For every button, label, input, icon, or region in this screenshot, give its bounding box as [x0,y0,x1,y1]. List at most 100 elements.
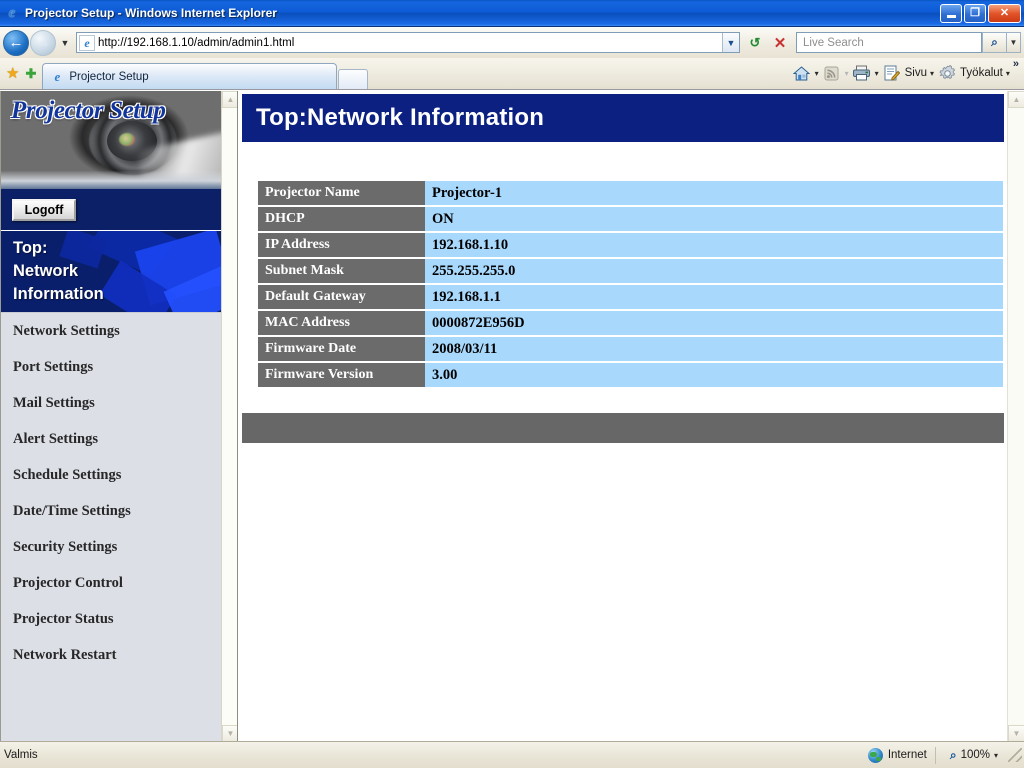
sidebar-item-projector-status[interactable]: Projector Status [1,601,223,637]
minimize-button[interactable] [940,3,962,23]
navigation-bar: ← → ▼ http://192.168.1.10/admin/admin1.h… [0,27,1024,58]
home-icon-svg [793,65,811,80]
refresh-icon: ↺ [749,34,761,50]
refresh-button[interactable]: ↺ [743,31,767,54]
window-title-bar: e Projector Setup - Windows Internet Exp… [0,0,1024,27]
sidebar-item-label: Security Settings [13,538,118,555]
rss-icon [822,63,842,83]
table-row: Firmware Date 2008/03/11 [258,337,1003,361]
page-scroll-down-button[interactable]: ▼ [1008,725,1024,742]
back-button[interactable]: ← [3,29,29,56]
page-header: Top:Network Information [242,94,1004,142]
sidebar-item-date-time-settings[interactable]: Date/Time Settings [1,493,223,529]
address-dropdown-icon[interactable]: ▼ [722,33,739,52]
sidebar-item-port-settings[interactable]: Port Settings [1,349,223,385]
row-value: 192.168.1.1 [425,285,1003,309]
rss-icon-svg [824,66,839,80]
home-icon [792,63,812,83]
active-item-label: Top: Network Information [13,237,223,306]
tools-caret-icon[interactable]: ▾ [1006,69,1010,78]
command-bar: ▾ ▾ ▾ Sivu ▾ Työkalut ▾ » [792,57,1024,89]
lens-glint [119,133,135,146]
page-icon-svg [884,65,901,81]
gear-icon-svg [939,64,955,79]
sidebar-scrollbar[interactable]: ▲ ▼ [221,91,237,742]
row-label: Projector Name [258,181,425,205]
address-bar[interactable]: http://192.168.1.10/admin/admin1.html ▼ [76,32,740,53]
printer-icon-svg [853,65,871,81]
sidebar-scroll-down-button[interactable]: ▼ [222,725,237,742]
sidebar-item-label: Projector Status [13,610,114,627]
print-button[interactable]: ▾ [852,63,879,83]
feeds-caret-icon: ▾ [844,68,849,78]
tab-projector-setup[interactable]: Projector Setup [42,63,338,89]
sidebar-item-label: Network Settings [13,322,120,339]
status-bar: Valmis Internet ⌕ 100% ▾ [0,741,1024,768]
sidebar-item-top-network-information[interactable]: Top: Network Information [1,231,223,313]
live-search-box[interactable]: Live Search [796,32,982,53]
row-label: Firmware Date [258,337,425,361]
row-value: 0000872E956D [425,311,1003,335]
search-input[interactable]: Live Search [797,37,864,49]
search-button[interactable]: ⌕ [982,32,1006,53]
home-caret-icon[interactable]: ▾ [815,69,819,78]
row-value: 3.00 [425,363,1003,387]
forward-button[interactable]: → [30,29,56,56]
overflow-chevron-icon[interactable]: » [1013,58,1019,70]
status-separator [934,746,936,764]
sidebar-item-network-settings[interactable]: Network Settings [1,313,223,349]
table-row: Projector Name Projector-1 [258,181,1003,205]
row-value: Projector-1 [425,181,1003,205]
sidebar-item-projector-control[interactable]: Projector Control [1,565,223,601]
feeds-button[interactable]: ▾ [822,63,849,83]
add-to-favorites-icon[interactable]: ✚ [25,67,36,80]
sidebar-brand-title: Projector Setup [11,97,166,124]
close-button[interactable]: ✕ [988,3,1021,23]
window-title: Projector Setup - Windows Internet Explo… [25,6,277,20]
sidebar-item-schedule-settings[interactable]: Schedule Settings [1,457,223,493]
stop-icon: ✕ [773,34,787,52]
row-label: MAC Address [258,311,425,335]
history-dropdown-icon[interactable]: ▼ [58,38,72,48]
table-row: MAC Address 0000872E956D [258,311,1003,335]
print-caret-icon[interactable]: ▾ [875,69,879,78]
sidebar-item-alert-settings[interactable]: Alert Settings [1,421,223,457]
maximize-button[interactable]: ❐ [964,3,986,23]
magnifier-icon: ⌕ [949,747,957,762]
zoom-caret-icon[interactable]: ▾ [994,751,998,760]
gear-icon [937,63,957,83]
active-item-line-3: Information [13,285,104,303]
row-value: ON [425,207,1003,231]
favorites-center-icon[interactable]: ★ [6,66,19,81]
status-text: Valmis [4,749,38,761]
security-zone[interactable]: Internet [867,747,927,763]
home-button[interactable]: ▾ [792,63,819,83]
sidebar-item-network-restart[interactable]: Network Restart [1,637,223,673]
page-caret-icon[interactable]: ▾ [930,69,934,78]
sidebar-item-security-settings[interactable]: Security Settings [1,529,223,565]
sidebar-item-mail-settings[interactable]: Mail Settings [1,385,223,421]
search-provider-dropdown[interactable]: ▼ [1006,32,1021,53]
page-title: Top:Network Information [256,104,545,131]
address-input[interactable]: http://192.168.1.10/admin/admin1.html [98,37,722,49]
sidebar-frame: Projector Setup Logoff Top: Network Info… [0,91,238,742]
page-scroll-up-button[interactable]: ▲ [1008,91,1024,108]
sidebar-item-label: Projector Control [13,574,123,591]
stop-button[interactable]: ✕ [768,31,792,54]
page-menu-button[interactable]: Sivu ▾ [882,63,934,83]
page-scrollbar[interactable]: ▲ ▼ [1007,91,1024,742]
zoom-level-label: 100% [960,749,990,761]
tools-menu-button[interactable]: Työkalut ▾ [937,63,1010,83]
resize-grip-icon[interactable] [1008,748,1022,762]
sidebar-scroll-up-button[interactable]: ▲ [222,91,237,108]
tab-bar: ★ ✚ Projector Setup ▾ [0,58,1024,90]
zoom-control[interactable]: ⌕ 100% ▾ [944,748,1004,763]
sidebar-banner: Projector Setup [1,91,223,189]
row-value: 2008/03/11 [425,337,1003,361]
new-tab-button[interactable] [338,69,369,89]
printer-icon [852,63,872,83]
content-frame: Top:Network Information Projector Name P… [239,91,1007,742]
logoff-button[interactable]: Logoff [12,198,76,221]
window-controls: ❐ ✕ [940,3,1024,23]
favorites-group: ★ ✚ [0,57,40,89]
